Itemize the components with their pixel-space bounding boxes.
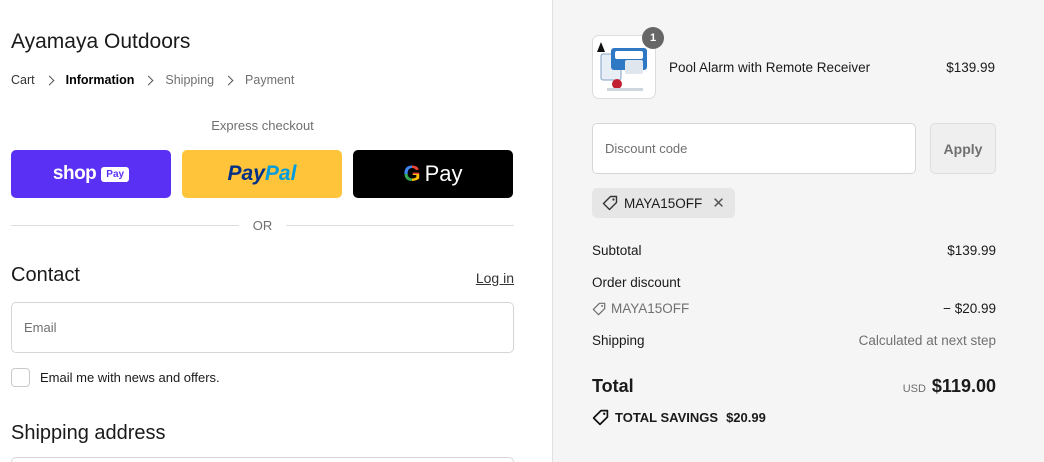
order-discount-label: Order discount xyxy=(592,275,681,290)
breadcrumb-payment: Payment xyxy=(245,73,295,87)
email-field[interactable]: Email xyxy=(11,302,514,353)
contact-heading: Contact xyxy=(11,264,80,286)
newsletter-label: Email me with news and offers. xyxy=(40,370,220,385)
total-savings-row: TOTAL SAVINGS $20.99 xyxy=(592,409,766,426)
order-summary-panel: 1 Pool Alarm with Remote Receiver $139.9… xyxy=(552,0,1044,462)
breadcrumb-information: Information xyxy=(65,73,135,87)
order-discount-row: Order discount xyxy=(592,275,996,290)
quantity-badge: 1 xyxy=(642,27,664,49)
chevron-right-icon xyxy=(143,75,154,85)
total-amount: $119.00 xyxy=(931,376,996,396)
apply-button[interactable]: Apply xyxy=(930,123,996,174)
subtotal-row: Subtotal $139.99 xyxy=(592,243,996,258)
shop-pay-logo: shop xyxy=(52,163,97,184)
newsletter-option[interactable]: Email me with news and offers. xyxy=(11,368,220,387)
pool-alarm-image xyxy=(597,42,647,91)
total-savings-value: $20.99 xyxy=(726,410,766,425)
discount-placeholder: Discount code xyxy=(605,141,688,156)
address-field-peek[interactable] xyxy=(11,457,514,462)
chevron-right-icon xyxy=(44,75,55,85)
total-currency: USD xyxy=(902,383,926,395)
chevron-right-icon xyxy=(223,75,234,85)
product-name: Pool Alarm with Remote Receiver xyxy=(669,60,871,75)
google-pay-logo: G Pay xyxy=(403,161,463,186)
order-discount-code-row: MAYA15OFF − $20.99 xyxy=(592,301,996,316)
google-pay-button[interactable]: G Pay xyxy=(353,150,513,198)
total-savings-label: TOTAL SAVINGS xyxy=(615,410,719,425)
product-thumbnail: 1 xyxy=(592,27,664,99)
newsletter-checkbox[interactable] xyxy=(11,368,30,387)
login-link[interactable]: Log in xyxy=(476,270,514,286)
email-placeholder: Email xyxy=(24,320,57,335)
shipping-address-heading: Shipping address xyxy=(11,422,166,444)
or-divider: OR xyxy=(11,218,514,233)
breadcrumb: Cart Information Shipping Payment xyxy=(11,73,294,87)
shipping-row: Shipping Calculated at next step xyxy=(592,333,996,348)
breadcrumb-shipping: Shipping xyxy=(165,73,215,87)
breadcrumb-cart[interactable]: Cart xyxy=(11,73,35,87)
order-discount-value: − $20.99 xyxy=(943,301,996,316)
tag-icon xyxy=(592,302,606,316)
shipping-value: Calculated at next step xyxy=(858,333,996,348)
order-discount-code: MAYA15OFF xyxy=(611,301,690,316)
total-row: Total USD $119.00 xyxy=(592,376,996,397)
google-g-icon: G xyxy=(403,161,421,186)
express-checkout-label: Express checkout xyxy=(211,118,314,133)
close-icon[interactable]: ✕ xyxy=(712,194,725,212)
shop-pay-button[interactable]: shop Pay xyxy=(11,150,171,198)
subtotal-label: Subtotal xyxy=(592,243,642,258)
shop-pay-badge: Pay xyxy=(101,166,130,182)
total-label: Total xyxy=(592,376,634,396)
tag-icon xyxy=(602,195,618,211)
shipping-label: Shipping xyxy=(592,333,645,348)
discount-code-input[interactable]: Discount code xyxy=(592,123,916,174)
tag-icon xyxy=(592,409,609,426)
product-price: $139.99 xyxy=(946,60,995,75)
subtotal-value: $139.99 xyxy=(947,243,996,258)
checkout-form-panel: Ayamaya Outdoors Cart Information Shippi… xyxy=(0,0,552,462)
applied-discount-code: MAYA15OFF xyxy=(624,195,703,211)
applied-discount-chip: MAYA15OFF ✕ xyxy=(592,188,735,218)
paypal-button[interactable]: PayPal xyxy=(182,150,342,198)
or-text: OR xyxy=(252,218,273,233)
store-name[interactable]: Ayamaya Outdoors xyxy=(11,30,190,54)
paypal-logo: PayPal xyxy=(227,162,297,185)
